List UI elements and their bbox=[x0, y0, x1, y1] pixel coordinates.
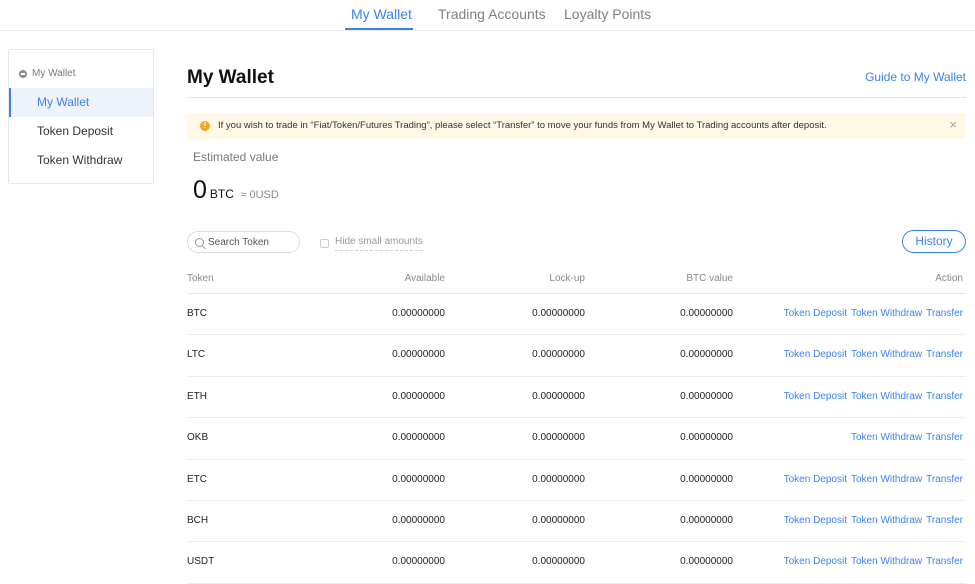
btc-value-cell: 0.00000000 bbox=[680, 473, 733, 485]
token-withdraw-link[interactable]: Token Withdraw bbox=[851, 474, 922, 485]
search-icon bbox=[195, 237, 204, 247]
token-deposit-link[interactable]: Token Deposit bbox=[784, 474, 847, 485]
available-cell: 0.00000000 bbox=[392, 390, 445, 402]
token-cell: USDT bbox=[187, 556, 215, 568]
table-row: BTC 0.00000000 0.00000000 0.00000000 Token D… bbox=[187, 294, 966, 336]
token-cell: LTC bbox=[187, 349, 206, 361]
hide-small-label: Hide small amounts bbox=[335, 236, 423, 251]
btc-value-cell: 0.00000000 bbox=[680, 349, 733, 361]
table-row: ETH 0.00000000 0.00000000 0.00000000 Token D… bbox=[187, 377, 966, 419]
transfer-link[interactable]: Transfer bbox=[926, 474, 963, 485]
estimated-amount: 0 bbox=[193, 176, 207, 204]
notice-banner: ! If you wish to trade in “Fiat/Token/Fu… bbox=[187, 113, 966, 139]
available-cell: 0.00000000 bbox=[392, 556, 445, 568]
sidebar: My Wallet My Wallet Token Deposit Token … bbox=[8, 49, 154, 184]
token-cell: OKB bbox=[187, 432, 209, 444]
token-withdraw-link[interactable]: Token Withdraw bbox=[851, 391, 922, 402]
available-cell: 0.00000000 bbox=[392, 473, 445, 485]
available-cell: 0.00000000 bbox=[392, 432, 445, 444]
available-cell: 0.00000000 bbox=[392, 349, 445, 361]
btc-value-cell: 0.00000000 bbox=[680, 514, 733, 526]
table-row: LTC 0.00000000 0.00000000 0.00000000 Token D… bbox=[187, 335, 966, 377]
transfer-link[interactable]: Transfer bbox=[926, 556, 963, 567]
token-cell: BCH bbox=[187, 514, 209, 526]
header-action: Action bbox=[935, 273, 963, 284]
history-button[interactable]: History bbox=[902, 230, 966, 253]
token-withdraw-link[interactable]: Token Withdraw bbox=[851, 556, 922, 567]
table-row: USDT 0.00000000 0.00000000 0.00000000 Token … bbox=[187, 542, 966, 584]
btc-value-cell: 0.00000000 bbox=[680, 390, 733, 402]
row-actions: Token Deposit Token Withdraw Transfer bbox=[780, 556, 963, 567]
transfer-link[interactable]: Transfer bbox=[926, 432, 963, 443]
estimated-unit: BTC bbox=[209, 187, 234, 201]
table-body: BTC 0.00000000 0.00000000 0.00000000 Token D… bbox=[187, 294, 966, 584]
token-table: Token Available Lock-up BTC value Action… bbox=[187, 268, 966, 584]
table-row: ETC 0.00000000 0.00000000 0.00000000 Token D… bbox=[187, 460, 966, 501]
btc-value-cell: 0.00000000 bbox=[680, 432, 733, 444]
search-box[interactable] bbox=[187, 231, 300, 253]
available-cell: 0.00000000 bbox=[392, 308, 445, 319]
close-icon[interactable]: × bbox=[949, 118, 957, 132]
estimated-usd: ≈ 0USD bbox=[240, 189, 279, 201]
token-deposit-link[interactable]: Token Deposit bbox=[784, 515, 847, 526]
title-divider bbox=[187, 97, 966, 98]
notice-message: If you wish to trade in “Fiat/Token/Futu… bbox=[218, 120, 827, 131]
hide-small-amounts-toggle[interactable]: Hide small amounts bbox=[320, 236, 423, 251]
lockup-cell: 0.00000000 bbox=[532, 432, 585, 444]
sidebar-item-token-deposit[interactable]: Token Deposit bbox=[9, 117, 153, 146]
transfer-link[interactable]: Transfer bbox=[926, 515, 963, 526]
search-input[interactable] bbox=[208, 236, 292, 248]
header-btc-value: BTC value bbox=[686, 273, 733, 284]
token-withdraw-link[interactable]: Token Withdraw bbox=[851, 349, 922, 360]
row-actions: Token Deposit Token Withdraw Transfer bbox=[780, 349, 963, 360]
token-cell: ETH bbox=[187, 390, 207, 402]
sidebar-item-token-withdraw[interactable]: Token Withdraw bbox=[9, 146, 153, 175]
header-available: Available bbox=[404, 273, 445, 284]
estimated-value: 0 BTC ≈ 0USD bbox=[193, 176, 279, 205]
token-deposit-link[interactable]: Token Deposit bbox=[784, 349, 847, 360]
row-actions: Token Deposit Token Withdraw Transfer bbox=[780, 308, 963, 319]
token-cell: BTC bbox=[187, 308, 207, 319]
estimated-value-label: Estimated value bbox=[193, 150, 279, 164]
table-row: OKB 0.00000000 0.00000000 0.00000000 Token W… bbox=[187, 418, 966, 460]
lockup-cell: 0.00000000 bbox=[532, 308, 585, 319]
sidebar-item-my-wallet[interactable]: My Wallet bbox=[9, 88, 153, 117]
transfer-link[interactable]: Transfer bbox=[926, 308, 963, 319]
table-row: BCH 0.00000000 0.00000000 0.00000000 Token D… bbox=[187, 501, 966, 543]
token-withdraw-link[interactable]: Token Withdraw bbox=[851, 515, 922, 526]
table-header: Token Available Lock-up BTC value Action bbox=[187, 268, 966, 294]
lockup-cell: 0.00000000 bbox=[532, 473, 585, 485]
header-token: Token bbox=[187, 273, 214, 284]
lockup-cell: 0.00000000 bbox=[532, 349, 585, 361]
lockup-cell: 0.00000000 bbox=[532, 556, 585, 568]
transfer-link[interactable]: Transfer bbox=[926, 391, 963, 402]
row-actions: Token Deposit Token Withdraw Transfer bbox=[780, 391, 963, 402]
btc-value-cell: 0.00000000 bbox=[680, 556, 733, 568]
header-lockup: Lock-up bbox=[549, 273, 585, 284]
token-withdraw-link[interactable]: Token Withdraw bbox=[851, 308, 922, 319]
token-cell: ETC bbox=[187, 473, 207, 485]
token-withdraw-link[interactable]: Token Withdraw bbox=[851, 432, 922, 443]
sidebar-group-header: My Wallet bbox=[19, 68, 76, 79]
available-cell: 0.00000000 bbox=[392, 514, 445, 526]
page-title: My Wallet bbox=[187, 67, 274, 88]
token-deposit-link[interactable]: Token Deposit bbox=[784, 556, 847, 567]
transfer-link[interactable]: Transfer bbox=[926, 349, 963, 360]
token-deposit-link[interactable]: Token Deposit bbox=[784, 308, 847, 319]
wallet-group-icon bbox=[19, 69, 27, 78]
row-actions: Token Deposit Token Withdraw Transfer bbox=[780, 515, 963, 526]
token-deposit-link[interactable]: Token Deposit bbox=[784, 391, 847, 402]
main-content: My Wallet Guide to My Wallet ! If you wi… bbox=[187, 0, 966, 584]
hide-small-checkbox[interactable] bbox=[320, 239, 329, 248]
btc-value-cell: 0.00000000 bbox=[680, 308, 733, 319]
lockup-cell: 0.00000000 bbox=[532, 390, 585, 402]
guide-link[interactable]: Guide to My Wallet bbox=[865, 70, 966, 84]
row-actions: Token Withdraw Transfer bbox=[847, 432, 963, 443]
lockup-cell: 0.00000000 bbox=[532, 514, 585, 526]
row-actions: Token Deposit Token Withdraw Transfer bbox=[780, 474, 963, 485]
warning-icon: ! bbox=[200, 121, 210, 131]
sidebar-group-label: My Wallet bbox=[32, 68, 76, 79]
